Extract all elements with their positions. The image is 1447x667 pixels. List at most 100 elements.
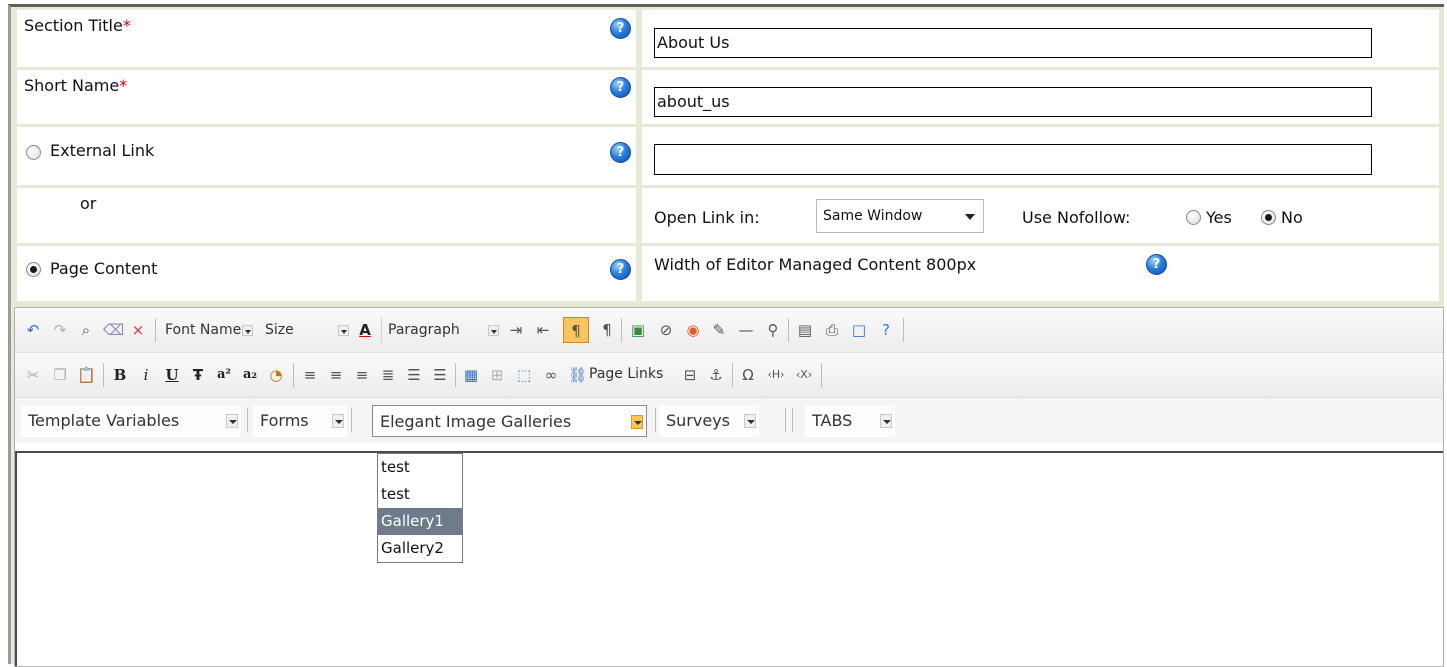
subscript-icon[interactable]: a₂	[241, 366, 259, 384]
find-icon[interactable]: ⌕	[77, 321, 95, 339]
print-icon[interactable]: ⎙	[823, 321, 841, 339]
page-content-label: Page Content	[50, 259, 158, 278]
outdent-icon[interactable]: ⇤	[534, 321, 552, 339]
row-short-name: Short Name* ? about_us	[14, 70, 1444, 124]
surveys-dropdown[interactable]: Surveys	[659, 405, 759, 437]
table-icon[interactable]: ▦	[462, 366, 480, 384]
help-icon[interactable]: ?	[610, 18, 631, 39]
copy-icon[interactable]: ❐	[51, 366, 69, 384]
superscript-icon[interactable]: a²	[215, 366, 233, 384]
undo-icon[interactable]: ↶	[24, 321, 42, 339]
cut-icon[interactable]: ✂	[24, 366, 42, 384]
template-variables-dropdown[interactable]: Template Variables	[21, 405, 241, 437]
external-link-input[interactable]	[654, 144, 1372, 175]
nofollow-no-radio[interactable]	[1261, 210, 1276, 225]
section-title-input[interactable]: About Us	[654, 28, 1372, 58]
help-icon[interactable]: ?	[1146, 254, 1167, 275]
toolbar-separator	[792, 408, 793, 432]
gallery-option-highlighted[interactable]: Gallery1	[378, 508, 462, 535]
toolbar-separator	[455, 363, 456, 387]
toolbar-separator	[903, 318, 904, 342]
image-icon[interactable]: ▣	[629, 321, 647, 339]
italic-icon[interactable]: i	[137, 366, 155, 384]
table-wizard-icon[interactable]: ⬚	[515, 366, 533, 384]
external-link-label: External Link	[50, 141, 155, 160]
justify-icon[interactable]: ≣	[379, 366, 397, 384]
toolbar-separator	[293, 363, 294, 387]
bold-icon[interactable]: B	[111, 366, 129, 384]
fullscreen-icon[interactable]: □	[850, 321, 868, 339]
underline-icon[interactable]: U	[163, 366, 181, 384]
help-icon[interactable]: ?	[610, 77, 631, 98]
galleries-label: Elegant Image Galleries	[380, 412, 572, 431]
gallery-option[interactable]: Gallery2	[378, 535, 462, 562]
page-links-label[interactable]: Page Links	[589, 366, 663, 382]
help-icon[interactable]: ?	[877, 321, 895, 339]
rtl-icon[interactable]: ¶	[598, 321, 616, 339]
open-link-select[interactable]: Same Window	[816, 199, 984, 233]
cell-open-link: Open Link in: Same Window Use Nofollow: …	[642, 188, 1439, 243]
help-icon[interactable]: ?	[610, 142, 631, 163]
zoom-icon[interactable]: ⚲	[764, 321, 782, 339]
cell-external-link-input	[642, 127, 1439, 185]
form-icon[interactable]: ⊟	[681, 366, 699, 384]
indent-icon[interactable]: ⇥	[507, 321, 525, 339]
redo-icon[interactable]: ↷	[51, 321, 69, 339]
page-content-radio[interactable]	[26, 262, 41, 277]
align-left-icon[interactable]: ≡	[301, 366, 319, 384]
galleries-dropdown[interactable]: Elegant Image Galleries	[372, 405, 647, 437]
anchor-icon[interactable]: ⚓	[707, 366, 725, 384]
gallery-option[interactable]: test	[378, 481, 462, 508]
editor-width-note: Width of Editor Managed Content 800px	[654, 255, 977, 274]
tabs-dropdown[interactable]: TABS	[805, 405, 895, 437]
external-link-radio[interactable]	[26, 145, 41, 160]
toolbar-separator	[785, 408, 786, 432]
hr-icon[interactable]: —	[737, 321, 755, 339]
forms-dropdown[interactable]: Forms	[253, 405, 347, 437]
eraser-icon[interactable]: ⌫	[103, 321, 124, 339]
link-icon[interactable]: ∞	[542, 366, 560, 384]
paste-icon[interactable]: 📋	[77, 366, 96, 384]
template-variables-label: Template Variables	[28, 411, 180, 430]
align-right-icon[interactable]: ≡	[353, 366, 371, 384]
font-name-select[interactable]: Font Name	[159, 317, 255, 343]
save-icon[interactable]: ▤	[796, 321, 814, 339]
short-name-input[interactable]: about_us	[654, 87, 1372, 117]
chevron-down-icon	[242, 325, 253, 336]
size-value: Size	[265, 322, 294, 338]
html-tag-icon[interactable]: ‹H›	[763, 366, 789, 384]
editor-toolbar-3: Template Variables Forms Elegant Image G…	[15, 398, 1443, 443]
rich-text-editor: ↶ ↷ ⌕ ⌫ × Font Name Size A Paragraph ⇥ ⇤…	[14, 307, 1444, 667]
text-color-icon[interactable]: A	[356, 321, 374, 339]
row-external-link: External Link ?	[14, 127, 1444, 185]
ordered-list-icon[interactable]: ☰	[405, 366, 423, 384]
nofollow-yes-radio[interactable]	[1186, 210, 1201, 225]
cell-short-name-label: Short Name* ?	[17, 70, 636, 124]
size-select[interactable]: Size	[259, 317, 351, 343]
help-icon[interactable]: ?	[610, 259, 631, 280]
row-section-title: Section Title* ? About Us	[14, 10, 1444, 67]
table-props-icon[interactable]: ⊞	[488, 366, 506, 384]
strike-icon[interactable]: Ŧ	[189, 366, 207, 384]
flash-icon[interactable]: ⊘	[657, 321, 675, 339]
open-link-label: Open Link in:	[654, 208, 760, 227]
paragraph-select[interactable]: Paragraph	[381, 317, 501, 343]
toolbar-separator	[655, 408, 656, 432]
xml-tag-icon[interactable]: ‹X›	[791, 366, 817, 384]
form-frame: Section Title* ? About Us Short Name* ? …	[8, 4, 1444, 667]
cell-page-content-label: Page Content ?	[17, 246, 636, 301]
cell-or: or	[17, 188, 636, 243]
page-link-icon[interactable]: ⛓	[568, 366, 587, 384]
align-center-icon[interactable]: ≡	[327, 366, 345, 384]
delete-icon[interactable]: ×	[129, 321, 147, 339]
ltr-icon[interactable]: ¶	[563, 317, 589, 343]
chevron-down-icon	[226, 414, 238, 428]
edit-icon[interactable]: ✎	[710, 321, 728, 339]
format-stripper-icon[interactable]: ◔	[267, 366, 285, 384]
font-name-value: Font Name	[165, 322, 242, 338]
editor-content-area[interactable]	[15, 451, 1443, 666]
unordered-list-icon[interactable]: ☰	[431, 366, 449, 384]
special-char-icon[interactable]: Ω	[739, 366, 757, 384]
gallery-option[interactable]: test	[378, 454, 462, 481]
media-icon[interactable]: ◉	[684, 321, 702, 339]
